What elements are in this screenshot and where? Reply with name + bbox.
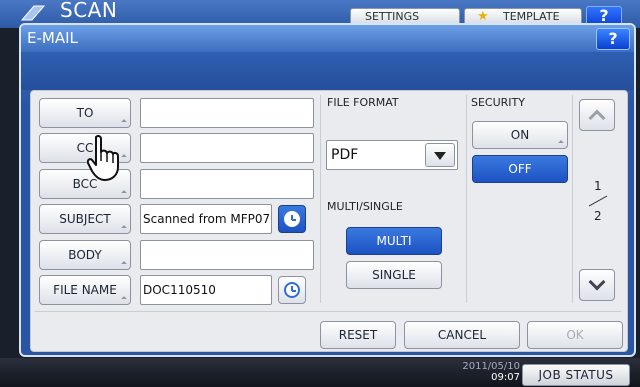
to-field[interactable] bbox=[140, 98, 314, 128]
security-on-button[interactable]: ON bbox=[472, 121, 568, 149]
file-format-label: FILE FORMAT bbox=[327, 96, 399, 109]
single-button[interactable]: SINGLE bbox=[346, 261, 442, 289]
divider bbox=[572, 95, 573, 303]
reset-button[interactable]: RESET bbox=[320, 321, 396, 349]
clock-icon bbox=[284, 282, 300, 298]
bcc-field[interactable] bbox=[140, 169, 314, 199]
cancel-button[interactable]: CANCEL bbox=[404, 321, 520, 349]
page-divider bbox=[588, 195, 608, 207]
chevron-down-icon bbox=[588, 273, 606, 291]
total-pages: 2 bbox=[594, 209, 602, 223]
to-button[interactable]: TO bbox=[39, 98, 131, 128]
cc-field[interactable] bbox=[140, 133, 314, 163]
dialog-title: E-MAIL bbox=[27, 29, 78, 47]
current-page: 1 bbox=[594, 179, 602, 193]
divider bbox=[35, 311, 621, 312]
chevron-up-icon bbox=[588, 109, 606, 127]
email-dialog: E-MAIL ? TO CC BCC SUBJECT Scanned from … bbox=[19, 23, 636, 357]
file-format-select[interactable]: PDF bbox=[326, 140, 458, 170]
security-label: SECURITY bbox=[471, 96, 525, 109]
file-name-timestamp-button[interactable] bbox=[278, 276, 306, 304]
scan-icon bbox=[20, 5, 46, 21]
body-button[interactable]: BODY bbox=[39, 240, 131, 270]
dialog-help-button[interactable]: ? bbox=[596, 28, 630, 50]
hand-cursor-icon bbox=[87, 135, 119, 181]
clock: 2011/05/10 09:07 bbox=[462, 361, 520, 383]
divider bbox=[320, 95, 321, 303]
file-name-button[interactable]: FILE NAME bbox=[39, 275, 131, 305]
divider bbox=[466, 95, 467, 303]
security-off-button[interactable]: OFF bbox=[472, 155, 568, 183]
multi-single-label: MULTI/SINGLE bbox=[327, 200, 403, 213]
scroll-down-button[interactable] bbox=[579, 269, 615, 301]
template-label: TEMPLATE bbox=[503, 10, 560, 23]
background-title: SCAN bbox=[60, 0, 118, 22]
dialog-band bbox=[21, 52, 634, 90]
dialog-titlebar bbox=[21, 25, 634, 52]
body-field[interactable] bbox=[140, 240, 314, 270]
settings-panel: TO CC BCC SUBJECT Scanned from MFP0707 B… bbox=[30, 90, 628, 352]
subject-button[interactable]: SUBJECT bbox=[39, 204, 131, 234]
file-name-field[interactable]: DOC110510 bbox=[140, 275, 272, 305]
subject-field[interactable]: Scanned from MFP0707 bbox=[140, 204, 272, 234]
multi-button[interactable]: MULTI bbox=[346, 227, 442, 255]
scroll-up-button[interactable] bbox=[579, 99, 615, 131]
dropdown-arrow-icon[interactable] bbox=[425, 143, 455, 167]
job-status-button[interactable]: JOB STATUS bbox=[522, 364, 630, 386]
time-text: 09:07 bbox=[491, 372, 520, 383]
subject-timestamp-button[interactable] bbox=[278, 205, 306, 233]
ok-button[interactable]: OK bbox=[527, 321, 623, 349]
clock-icon bbox=[284, 211, 300, 227]
file-format-value: PDF bbox=[331, 147, 359, 163]
date-text: 2011/05/10 bbox=[462, 361, 520, 372]
